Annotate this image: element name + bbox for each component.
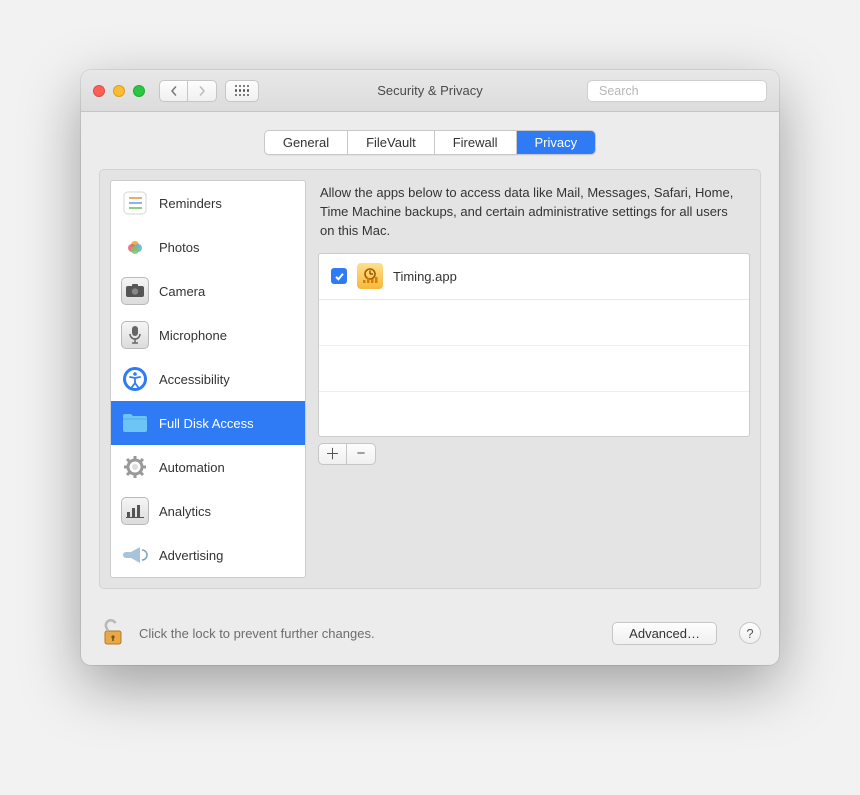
- app-name: Timing.app: [393, 269, 457, 284]
- sidebar-item-automation[interactable]: Automation: [111, 445, 305, 489]
- camera-icon: [121, 277, 149, 305]
- analytics-icon: [121, 497, 149, 525]
- tab-privacy[interactable]: Privacy: [517, 131, 596, 154]
- app-row-empty: [319, 300, 749, 346]
- category-description: Allow the apps below to access data like…: [318, 180, 750, 253]
- forward-button[interactable]: [188, 81, 216, 101]
- app-row-empty: [319, 346, 749, 392]
- content-area: General FileVault Firewall Privacy Remin…: [81, 112, 779, 605]
- sidebar-item-label: Automation: [159, 460, 225, 475]
- category-sidebar: Reminders Photos Camera: [110, 180, 306, 578]
- zoom-window-button[interactable]: [133, 85, 145, 97]
- app-row-empty: [319, 392, 749, 436]
- microphone-icon: [121, 321, 149, 349]
- nav-buttons: [159, 80, 217, 102]
- show-all-button[interactable]: [225, 80, 259, 102]
- app-icon: [357, 263, 383, 289]
- sidebar-item-full-disk-access[interactable]: Full Disk Access: [111, 401, 305, 445]
- add-app-button[interactable]: ＋: [319, 444, 347, 464]
- back-button[interactable]: [160, 81, 188, 101]
- sidebar-item-advertising[interactable]: Advertising: [111, 533, 305, 577]
- sidebar-item-reminders[interactable]: Reminders: [111, 181, 305, 225]
- tab-filevault[interactable]: FileVault: [348, 131, 435, 154]
- advanced-button[interactable]: Advanced…: [612, 622, 717, 645]
- sidebar-item-photos[interactable]: Photos: [111, 225, 305, 269]
- search-field[interactable]: [587, 80, 767, 102]
- close-window-button[interactable]: [93, 85, 105, 97]
- megaphone-icon: [121, 541, 149, 569]
- photos-icon: [121, 233, 149, 261]
- sidebar-item-accessibility[interactable]: Accessibility: [111, 357, 305, 401]
- sidebar-item-label: Reminders: [159, 196, 222, 211]
- remove-app-button[interactable]: −: [347, 444, 375, 464]
- tab-firewall[interactable]: Firewall: [435, 131, 517, 154]
- sidebar-item-label: Microphone: [159, 328, 227, 343]
- sidebar-item-analytics[interactable]: Analytics: [111, 489, 305, 533]
- app-row[interactable]: Timing.app: [319, 254, 749, 300]
- sidebar-item-label: Camera: [159, 284, 205, 299]
- sidebar-item-label: Advertising: [159, 548, 223, 563]
- app-list: Timing.app: [318, 253, 750, 437]
- lock-hint-text: Click the lock to prevent further change…: [139, 626, 600, 641]
- gear-icon: [121, 453, 149, 481]
- detail-pane: Allow the apps below to access data like…: [318, 180, 750, 578]
- sidebar-item-microphone[interactable]: Microphone: [111, 313, 305, 357]
- sidebar-item-camera[interactable]: Camera: [111, 269, 305, 313]
- search-input[interactable]: [599, 84, 760, 98]
- help-button[interactable]: ?: [739, 622, 761, 644]
- lock-icon[interactable]: [99, 619, 127, 647]
- folder-icon: [121, 409, 149, 437]
- tab-bar: General FileVault Firewall Privacy: [99, 130, 761, 155]
- reminders-icon: [121, 189, 149, 217]
- minimize-window-button[interactable]: [113, 85, 125, 97]
- footer: Click the lock to prevent further change…: [81, 605, 779, 665]
- add-remove-controls: ＋ −: [318, 443, 750, 465]
- tab-general[interactable]: General: [265, 131, 348, 154]
- titlebar: Security & Privacy: [81, 70, 779, 112]
- traffic-lights: [93, 85, 145, 97]
- sidebar-item-label: Analytics: [159, 504, 211, 519]
- privacy-panel: Reminders Photos Camera: [99, 169, 761, 589]
- sidebar-item-label: Photos: [159, 240, 199, 255]
- preferences-window: Security & Privacy General FileVault Fir…: [81, 70, 779, 665]
- sidebar-item-label: Accessibility: [159, 372, 230, 387]
- sidebar-item-label: Full Disk Access: [159, 416, 254, 431]
- app-checkbox[interactable]: [331, 268, 347, 284]
- accessibility-icon: [121, 365, 149, 393]
